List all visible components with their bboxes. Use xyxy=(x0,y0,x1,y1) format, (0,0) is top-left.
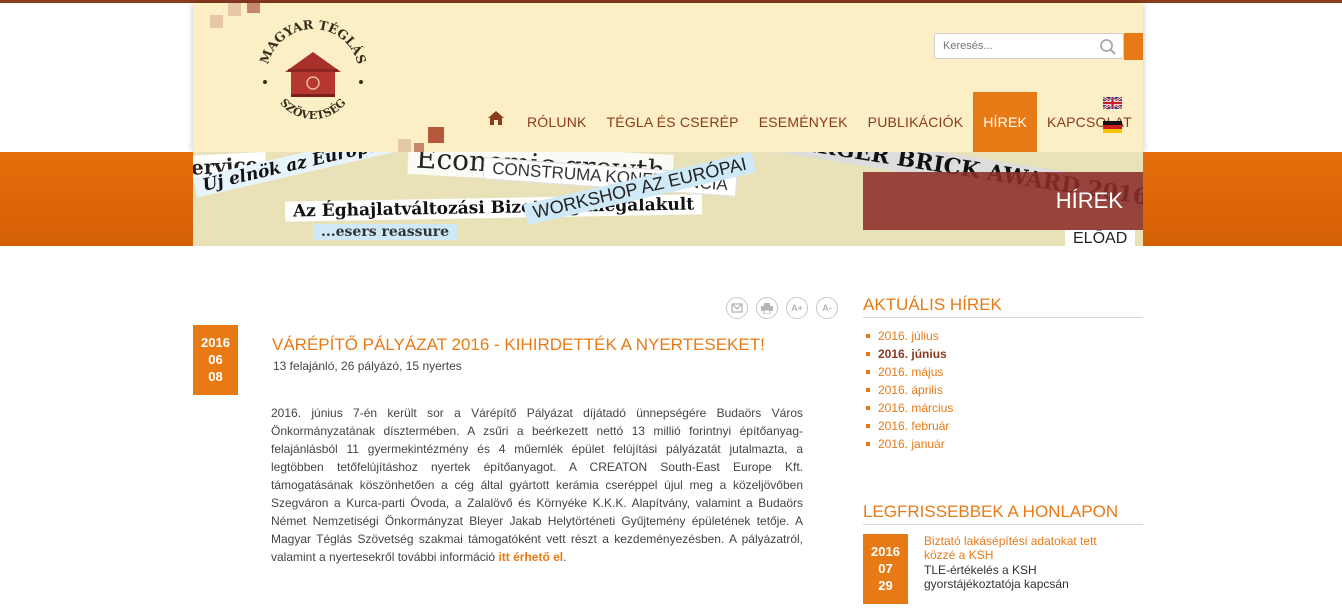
clipping-strip: ELŐAD xyxy=(1065,230,1136,246)
date-year: 2016 xyxy=(201,335,230,350)
more-info-link[interactable]: itt érhető el xyxy=(498,550,563,564)
search-input[interactable] xyxy=(935,34,1095,58)
brick-house-logo-icon: MAGYAR TÉGLÁS SZÖVETSÉG xyxy=(256,17,369,122)
email-icon[interactable] xyxy=(726,297,748,319)
nav-item-publikaciok[interactable]: PUBLIKÁCIÓK xyxy=(858,92,974,152)
archive-month-item[interactable]: 2016. április xyxy=(866,381,953,399)
decor-square xyxy=(210,15,223,28)
search-button[interactable] xyxy=(1124,33,1143,60)
nav-item-tegla-es-cserep[interactable]: TÉGLA ÉS CSERÉP xyxy=(597,92,749,152)
decor-square xyxy=(414,143,424,152)
nav-item-kapcsolat[interactable]: KAPCSOLAT xyxy=(1037,92,1142,152)
print-icon[interactable] xyxy=(756,297,778,319)
article-title: VÁRÉPÍTŐ PÁLYÁZAT 2016 - KIHIRDETTÉK A N… xyxy=(272,335,765,354)
latest-news-link[interactable]: Biztató lakásépítési adatokat tett közzé… xyxy=(924,534,1114,562)
archive-month-label: 2016. május xyxy=(878,365,944,379)
clipping-strip: ...esers reassure xyxy=(313,224,458,240)
archive-month-label: 2016. március xyxy=(878,401,954,415)
archive-month-item[interactable]: 2016. január xyxy=(866,435,953,453)
english-flag-icon[interactable] xyxy=(1102,95,1123,111)
language-switcher xyxy=(1102,95,1123,145)
date-year: 2016 xyxy=(871,544,900,559)
latest-heading: LEGFRISSEBBEK A HONLAPON xyxy=(863,502,1143,525)
nav-item-rolunk[interactable]: RÓLUNK xyxy=(517,92,597,152)
latest-date: 2016 07 29 xyxy=(863,534,908,604)
bullet-icon xyxy=(866,352,870,356)
archive-month-label: 2016. január xyxy=(878,437,945,451)
home-icon xyxy=(488,111,504,125)
archive-month-item[interactable]: 2016. február xyxy=(866,417,953,435)
archive-month-label: 2016. február xyxy=(878,419,950,433)
archive-month-item[interactable]: 2016. június xyxy=(866,345,953,363)
decor-square xyxy=(428,127,444,143)
archive-month-item[interactable]: 2016. július xyxy=(866,327,953,345)
article-body: 2016. június 7-én került sor a Várépítő … xyxy=(271,404,803,566)
nav-item-hirek[interactable]: HÍREK xyxy=(973,92,1038,152)
bullet-icon xyxy=(866,406,870,410)
search-icon[interactable] xyxy=(1099,38,1117,56)
archive-month-item[interactable]: 2016. március xyxy=(866,399,953,417)
latest-news-subtitle: TLE-értékelés a KSH gyorstájékoztatója k… xyxy=(924,563,1069,591)
date-day: 08 xyxy=(208,369,223,384)
date-day: 29 xyxy=(878,578,893,593)
article-tools: A+ A- xyxy=(726,297,838,319)
main-nav: RÓLUNK TÉGLA ÉS CSERÉP ESEMÉNYEK PUBLIKÁ… xyxy=(485,92,1142,152)
site-logo[interactable]: MAGYAR TÉGLÁS SZÖVETSÉG xyxy=(255,10,370,135)
article-text: 2016. június 7-én került sor a Várépítő … xyxy=(271,406,803,564)
archive-month-label: 2016. április xyxy=(878,383,943,397)
article-subtitle: 13 felajánló, 26 pályázó, 15 nyertes xyxy=(273,359,462,373)
archive-month-item[interactable]: 2016. május xyxy=(866,363,953,381)
archive-month-label: 2016. július xyxy=(878,329,939,343)
home-link[interactable] xyxy=(485,92,507,152)
current-news-heading: AKTUÁLIS HÍREK xyxy=(863,295,1143,318)
date-month: 07 xyxy=(878,561,893,576)
bullet-icon xyxy=(866,424,870,428)
nav-item-esemenyek[interactable]: ESEMÉNYEK xyxy=(749,92,858,152)
logo-text-bottom: SZÖVETSÉG xyxy=(277,96,348,122)
article-text-end: . xyxy=(563,550,567,564)
archive-month-label: 2016. június xyxy=(878,347,947,361)
german-flag-icon[interactable] xyxy=(1103,121,1122,133)
article-date: 2016 06 08 xyxy=(193,325,238,395)
svg-text:SZÖVETSÉG: SZÖVETSÉG xyxy=(277,96,348,122)
banner-label: HÍREK xyxy=(863,172,1143,230)
decor-square xyxy=(398,139,411,152)
font-decrease-icon[interactable]: A- xyxy=(816,297,838,319)
decor-square xyxy=(228,3,241,16)
bullet-icon xyxy=(866,334,870,338)
date-month: 06 xyxy=(208,352,223,367)
font-increase-icon[interactable]: A+ xyxy=(786,297,808,319)
bullet-icon xyxy=(866,388,870,392)
bullet-icon xyxy=(866,442,870,446)
bullet-icon xyxy=(866,370,870,374)
search-box xyxy=(934,33,1124,59)
month-archive-list: 2016. július 2016. június 2016. május 20… xyxy=(866,327,953,453)
